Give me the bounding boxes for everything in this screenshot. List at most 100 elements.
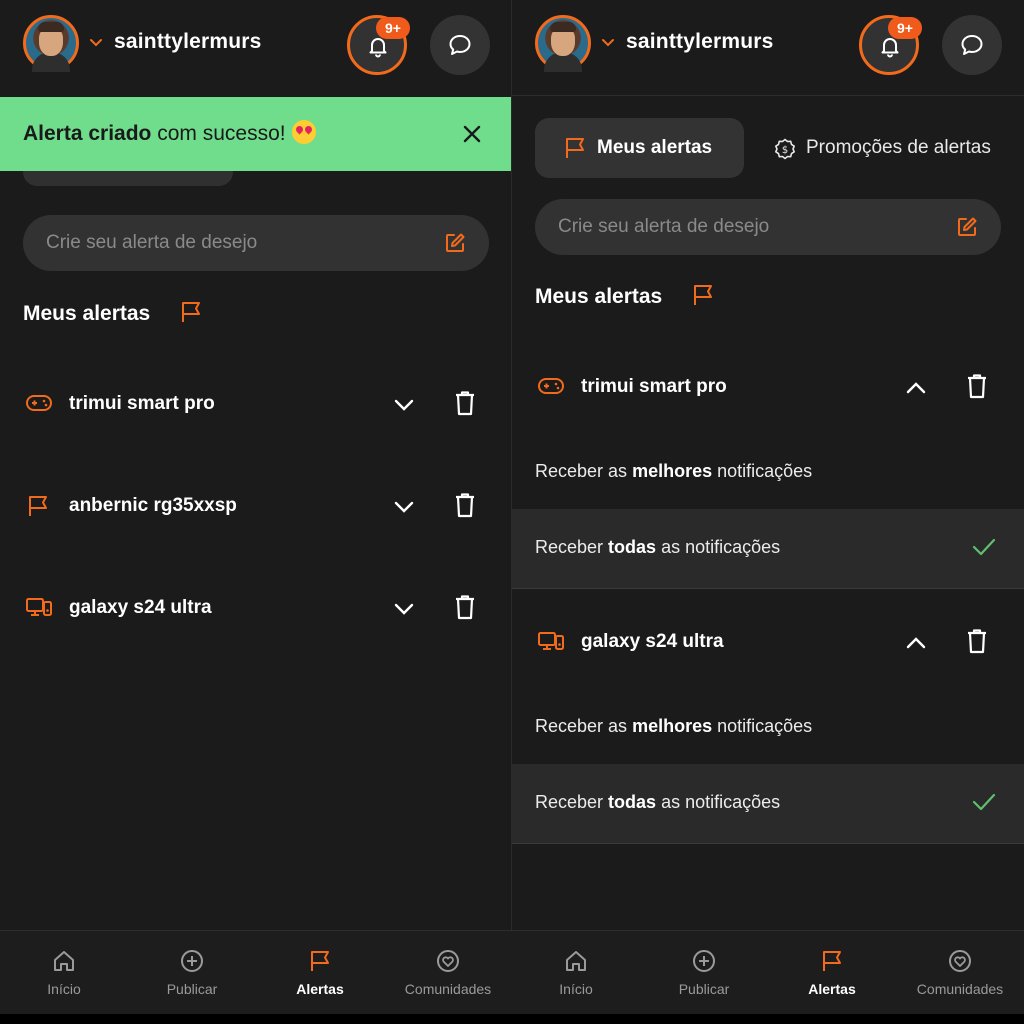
gamepad-icon [538, 378, 564, 394]
chevron-down-icon[interactable] [392, 597, 416, 621]
home-icon [54, 951, 74, 971]
gamepad-icon [26, 395, 52, 411]
username[interactable]: sainttylermurs [626, 30, 774, 54]
search-placeholder: Crie seu alerta de desejo [46, 232, 258, 253]
option-melhores[interactable]: Receber as melhores notificações [512, 688, 1024, 768]
option-label: Receber todas as notificações [535, 792, 781, 812]
avatar[interactable] [23, 15, 79, 72]
messages-button[interactable] [942, 15, 1002, 75]
nav-item-publicar[interactable]: Publicar [128, 931, 256, 1015]
alert-item[interactable]: galaxy s24 ultra [512, 612, 1024, 672]
edit-icon[interactable] [956, 216, 978, 238]
option-todas[interactable]: Receber todas as notificações [512, 764, 1024, 844]
devices-icon [26, 598, 52, 616]
chevron-down-icon[interactable] [392, 495, 416, 519]
search-input[interactable]: Crie seu alerta de desejo [535, 199, 1001, 255]
chevron-down-icon[interactable] [392, 393, 416, 417]
search-input[interactable]: Crie seu alerta de desejo [23, 215, 489, 271]
svg-text:$: $ [782, 145, 788, 156]
trash-icon[interactable] [454, 390, 476, 416]
heart-circle-icon [949, 950, 971, 972]
bottom-nav: Início Publicar Alertas Comunidades [0, 930, 512, 1014]
chat-bubble-icon [961, 35, 983, 55]
flag-icon [182, 302, 200, 322]
alert-item[interactable]: galaxy s24 ultra [0, 578, 512, 638]
avatar-hair [38, 22, 64, 32]
chevron-up-icon[interactable] [904, 631, 928, 655]
app-header: sainttylermurs 9+ [0, 0, 512, 92]
nav-label: Início [47, 981, 81, 997]
chevron-down-icon[interactable] [89, 36, 103, 50]
nav-label: Comunidades [916, 981, 1004, 997]
messages-button[interactable] [430, 15, 490, 75]
success-toast: Alerta criado com sucesso! [0, 97, 512, 171]
notification-badge: 9+ [376, 17, 410, 39]
tab-meus-alertas[interactable]: Meus alertas [535, 118, 744, 178]
tab-promocoes-de-alertas[interactable]: $ Promoções de alertas [774, 137, 1024, 161]
dollar-badge-icon: $ [775, 138, 795, 160]
close-icon[interactable] [462, 124, 482, 144]
flag-icon [566, 138, 584, 158]
nav-label: Alertas [296, 981, 344, 997]
alert-item[interactable]: trimui smart pro [0, 374, 512, 434]
header-divider [512, 95, 1024, 96]
notification-badge: 9+ [888, 17, 922, 39]
nav-item-comunidades[interactable]: Comunidades [896, 931, 1024, 1015]
option-label: Receber todas as notificações [535, 537, 781, 557]
left-screen: sainttylermurs 9+ Alerta criado com suce… [0, 0, 512, 1024]
option-label: Receber as melhores notificações [535, 716, 813, 736]
right-screen: sainttylermurs 9+ Meus alertas $ Promoçõ… [512, 0, 1024, 1024]
option-label: Receber as melhores notificações [535, 461, 813, 481]
trash-icon[interactable] [966, 628, 988, 654]
nav-item-inicio[interactable]: Início [0, 931, 128, 1015]
plus-circle-icon [693, 950, 715, 972]
alert-item[interactable]: trimui smart pro [512, 357, 1024, 417]
bottom-nav: Início Publicar Alertas Comunidades [512, 930, 1024, 1014]
alert-label: trimui smart pro [69, 393, 215, 414]
nav-label: Publicar [678, 981, 730, 997]
avatar-hair [550, 22, 576, 32]
tab-label: Promoções de alertas [806, 137, 991, 158]
alert-label: anbernic rg35xxsp [69, 495, 237, 516]
option-melhores[interactable]: Receber as melhores notificações [512, 433, 1024, 513]
nav-item-inicio[interactable]: Início [512, 931, 640, 1015]
section-title: Meus alertas [535, 285, 663, 308]
tab-label: Meus alertas [597, 137, 713, 158]
check-icon [972, 793, 996, 811]
edit-icon[interactable] [444, 232, 466, 254]
flag-icon [311, 951, 329, 971]
plus-circle-icon [181, 950, 203, 972]
trash-icon[interactable] [966, 373, 988, 399]
check-icon [972, 538, 996, 556]
system-bar [0, 1014, 1024, 1024]
search-placeholder: Crie seu alerta de desejo [558, 216, 770, 237]
trash-icon[interactable] [454, 594, 476, 620]
nav-label: Publicar [166, 981, 218, 997]
toast-message: Alerta criado com sucesso! [23, 120, 316, 146]
nav-item-alertas[interactable]: Alertas [768, 931, 896, 1015]
alert-label: galaxy s24 ultra [581, 631, 724, 652]
nav-label: Início [559, 981, 593, 997]
chevron-down-icon[interactable] [601, 36, 615, 50]
panel-divider [511, 0, 512, 930]
username[interactable]: sainttylermurs [114, 30, 262, 54]
heart-eyes-emoji [291, 120, 316, 144]
alert-item[interactable]: anbernic rg35xxsp [0, 476, 512, 536]
app-header: sainttylermurs 9+ [512, 0, 1024, 96]
alert-label: trimui smart pro [581, 376, 727, 397]
nav-label: Comunidades [404, 981, 492, 997]
devices-icon [538, 632, 564, 650]
avatar[interactable] [535, 15, 591, 72]
option-todas[interactable]: Receber todas as notificações [512, 509, 1024, 589]
flag-icon [694, 285, 712, 305]
flag-icon [29, 496, 47, 516]
trash-icon[interactable] [454, 492, 476, 518]
flag-icon [823, 951, 841, 971]
nav-item-comunidades[interactable]: Comunidades [384, 931, 512, 1015]
alert-label: galaxy s24 ultra [69, 597, 212, 618]
nav-item-alertas[interactable]: Alertas [256, 931, 384, 1015]
nav-item-publicar[interactable]: Publicar [640, 931, 768, 1015]
chevron-up-icon[interactable] [904, 376, 928, 400]
chat-bubble-icon [449, 35, 471, 55]
heart-circle-icon [437, 950, 459, 972]
